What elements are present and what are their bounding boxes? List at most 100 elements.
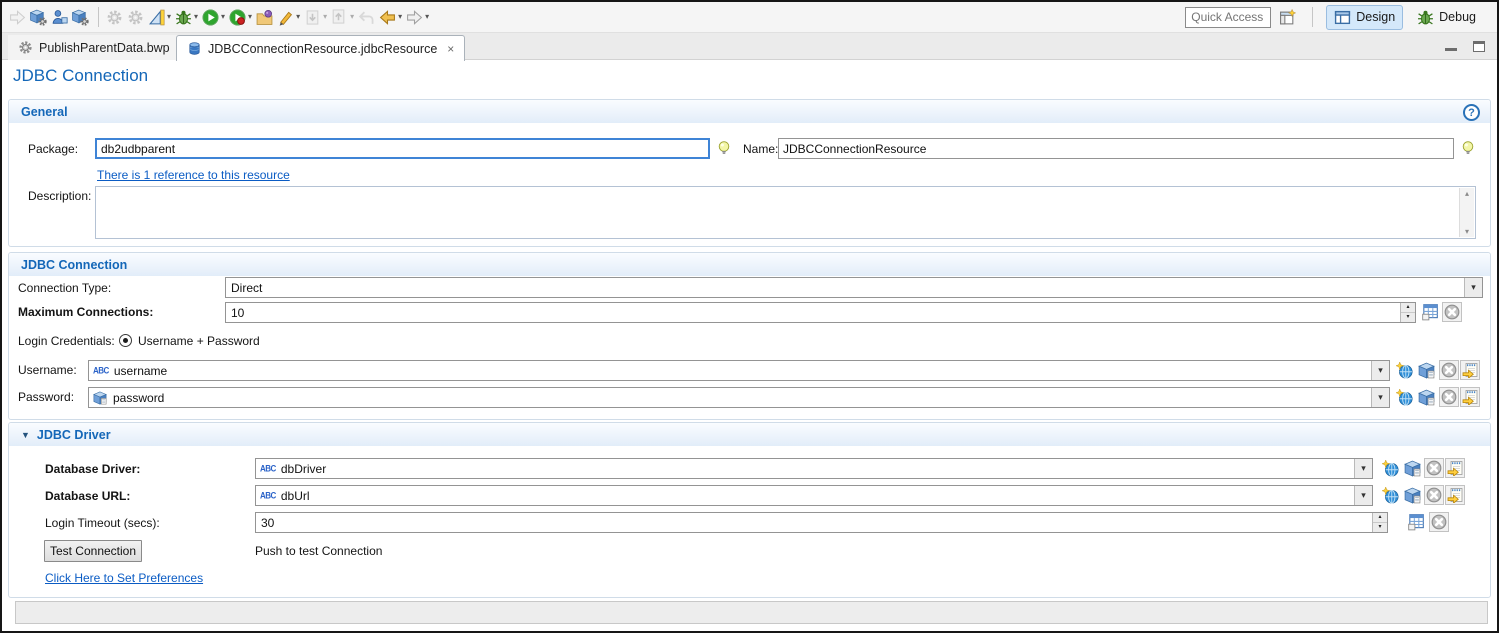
spin-up-icon[interactable]: ▴ (1373, 513, 1387, 523)
jdbc-connection-header-label: JDBC Connection (21, 257, 128, 272)
debug-perspective-button[interactable]: Debug (1410, 6, 1483, 29)
arrow-down-doc-icon (304, 9, 321, 26)
jdbc-driver-section-header[interactable]: ▼ JDBC Driver (9, 423, 1490, 446)
status-bar (15, 601, 1488, 624)
module-property-table-icon[interactable] (1421, 303, 1439, 321)
open-perspective-button[interactable] (1278, 7, 1297, 28)
menu-caret-icon[interactable]: ▾ (296, 13, 300, 21)
debug-launch-button[interactable]: ▾ (174, 7, 199, 28)
help-icon[interactable]: ? (1463, 104, 1480, 121)
name-input[interactable] (778, 138, 1454, 159)
spin-up-icon[interactable]: ▴ (1401, 303, 1415, 313)
back-history-button[interactable]: ▾ (378, 7, 403, 28)
goto-property-icon[interactable] (1460, 360, 1480, 380)
spinner[interactable]: ▴ ▾ (1372, 513, 1387, 532)
maximize-icon[interactable] (1473, 41, 1485, 52)
username-combo[interactable]: ABC username ▾ (88, 360, 1390, 381)
chevron-down-icon[interactable]: ▾ (1371, 388, 1389, 407)
string-type-abc-icon: ABC (260, 463, 276, 474)
chevron-down-icon[interactable]: ▾ (1371, 361, 1389, 380)
menu-caret-icon[interactable]: ▾ (398, 13, 402, 21)
goto-property-icon[interactable] (1445, 458, 1465, 478)
design-perspective-button[interactable]: Design (1326, 4, 1404, 30)
menu-caret-icon[interactable]: ▾ (194, 13, 198, 21)
module-property-cube-icon[interactable] (1418, 362, 1435, 379)
tab-jdbc-connection-resource[interactable]: JDBCConnectionResource.jdbcResource × (176, 35, 466, 61)
spin-down-icon[interactable]: ▾ (1401, 313, 1415, 322)
import-resource-button[interactable] (50, 7, 69, 28)
debug-bug-icon (1417, 9, 1434, 26)
username-password-radio[interactable] (119, 334, 132, 347)
previous-annotation-button[interactable]: ▾ (330, 7, 355, 28)
chevron-down-icon[interactable]: ▾ (1354, 459, 1372, 478)
set-preferences-link[interactable]: Click Here to Set Preferences (45, 571, 203, 585)
package-input[interactable] (95, 138, 710, 159)
scroll-up-icon[interactable]: ▴ (1460, 189, 1474, 198)
test-connection-button[interactable]: Test Connection (44, 540, 142, 562)
close-icon[interactable]: × (447, 43, 454, 55)
minimize-icon[interactable] (1445, 48, 1457, 51)
build-application-button[interactable] (71, 7, 90, 28)
database-url-combo[interactable]: ABC dbUrl ▾ (255, 485, 1373, 506)
goto-property-icon[interactable] (1445, 485, 1465, 505)
clear-icon[interactable] (1429, 512, 1449, 532)
description-textarea[interactable] (96, 187, 1459, 238)
module-property-cube-icon[interactable] (1404, 460, 1421, 477)
module-property-table-icon[interactable] (1407, 513, 1425, 531)
clear-icon[interactable] (1424, 485, 1444, 505)
new-module-button[interactable] (29, 7, 48, 28)
password-combo[interactable]: password ▾ (88, 387, 1390, 408)
last-edit-location-button[interactable] (357, 7, 376, 28)
validate-button[interactable]: ▾ (147, 7, 172, 28)
module-property-cube-icon[interactable] (1404, 487, 1421, 504)
chevron-down-icon[interactable]: ▾ (1354, 486, 1372, 505)
format-button[interactable]: ▾ (276, 7, 301, 28)
goto-property-icon[interactable] (1460, 387, 1480, 407)
x-circle-icon (1426, 487, 1442, 503)
clear-icon[interactable] (1424, 458, 1444, 478)
open-resource-button[interactable] (255, 7, 274, 28)
create-process-property-globe-icon[interactable] (1382, 487, 1399, 504)
gears-icon (127, 9, 144, 26)
menu-caret-icon[interactable]: ▾ (323, 13, 327, 21)
reference-link[interactable]: There is 1 reference to this resource (97, 168, 290, 182)
create-process-property-globe-icon[interactable] (1382, 460, 1399, 477)
scroll-down-icon[interactable]: ▾ (1460, 227, 1474, 236)
gear-button-disabled[interactable] (105, 7, 124, 28)
forward-history-button[interactable]: ▾ (405, 7, 430, 28)
menu-caret-icon[interactable]: ▾ (425, 13, 429, 21)
gears-button-disabled[interactable] (126, 7, 145, 28)
jdbc-connection-section-header: JDBC Connection (9, 253, 1490, 276)
run-configurations-button[interactable]: ▾ (228, 7, 253, 28)
max-connections-stepper[interactable]: 10 ▴ ▾ (225, 302, 1416, 323)
chevron-down-icon[interactable]: ▾ (1464, 278, 1482, 297)
module-property-cube-icon[interactable] (1418, 389, 1435, 406)
menu-caret-icon[interactable]: ▾ (350, 13, 354, 21)
collapse-arrow-icon[interactable]: ▼ (21, 430, 30, 440)
nav-hollow-arrow-button[interactable] (8, 7, 27, 28)
tab-label: PublishParentData.bwp (39, 40, 170, 55)
clear-icon[interactable] (1439, 387, 1459, 407)
create-process-property-globe-icon[interactable] (1396, 389, 1413, 406)
menu-caret-icon[interactable]: ▾ (167, 13, 171, 21)
spin-down-icon[interactable]: ▾ (1373, 523, 1387, 532)
clear-icon[interactable] (1439, 360, 1459, 380)
run-play-icon (202, 9, 219, 26)
next-annotation-button[interactable]: ▾ (303, 7, 328, 28)
database-url-value: dbUrl (280, 488, 310, 503)
database-driver-combo[interactable]: ABC dbDriver ▾ (255, 458, 1373, 479)
username-value: username (113, 363, 168, 378)
menu-caret-icon[interactable]: ▾ (248, 13, 252, 21)
run-button[interactable]: ▾ (201, 7, 226, 28)
spinner[interactable]: ▴ ▾ (1400, 303, 1415, 322)
login-timeout-stepper[interactable]: 30 ▴ ▾ (255, 512, 1388, 533)
connection-type-select[interactable]: Direct ▾ (225, 277, 1483, 298)
create-process-property-globe-icon[interactable] (1396, 362, 1413, 379)
description-scrollbar[interactable]: ▴ ▾ (1459, 188, 1474, 237)
menu-caret-icon[interactable]: ▾ (221, 13, 225, 21)
quick-access-input[interactable] (1185, 6, 1272, 28)
tab-publish-parent-data[interactable]: PublishParentData.bwp (8, 35, 181, 60)
x-circle-icon (1441, 362, 1457, 378)
clear-icon[interactable] (1442, 302, 1462, 322)
string-type-abc-icon: ABC (93, 365, 109, 376)
